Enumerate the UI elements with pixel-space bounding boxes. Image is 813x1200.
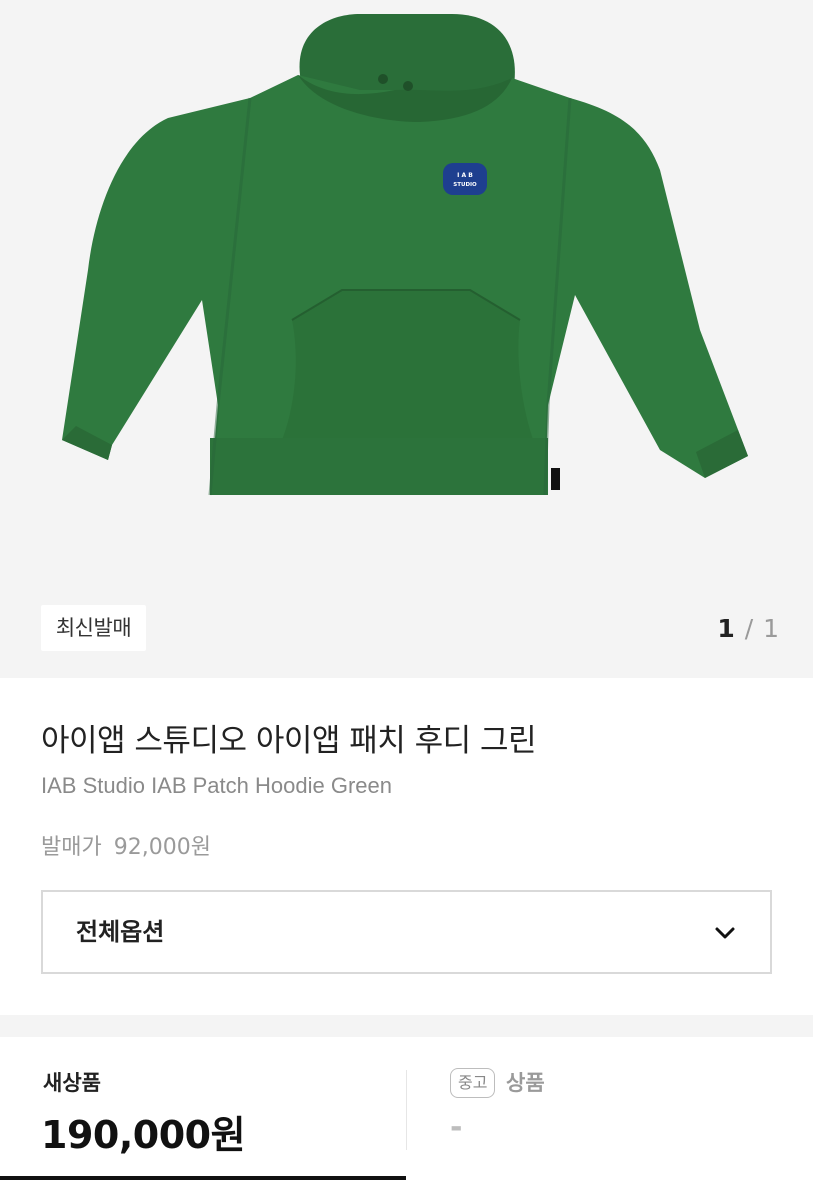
product-title-english: IAB Studio IAB Patch Hoodie Green [41, 773, 392, 798]
pager-separator: / [744, 614, 755, 643]
chevron-down-icon [715, 927, 735, 939]
image-pager: 1 / 1 [717, 610, 780, 648]
pager-current: 1 [717, 614, 736, 643]
release-price-label: 발매가 [41, 835, 102, 860]
patch-text-bottom: STUDIO [453, 182, 477, 188]
tab-new-label: 새상품 [43, 1071, 101, 1095]
option-select-label: 전체옵션 [76, 918, 165, 946]
tab-used-product[interactable] [407, 1037, 813, 1200]
pager-total: 1 [763, 614, 780, 643]
active-tab-indicator [0, 1176, 406, 1180]
used-product-price: - [450, 1110, 463, 1145]
product-title-korean: 아이앱 스튜디오 아이앱 패치 후디 그린 [41, 723, 537, 759]
option-select[interactable]: 전체옵션 [41, 890, 772, 974]
patch-text-top: I A B [457, 172, 473, 179]
release-price-value: 92,000원 [113, 835, 211, 860]
product-image-area[interactable]: I A B STUDIO 최신발매 1 / 1 [0, 0, 813, 678]
new-product-price: 190,000원 [41, 1113, 246, 1157]
product-image: I A B STUDIO [62, 14, 748, 496]
used-chip: 중고 [450, 1068, 496, 1098]
section-divider [0, 1015, 813, 1037]
new-release-badge: 최신발매 [41, 605, 146, 651]
release-price-row: 발매가 92,000원 [41, 829, 211, 861]
tab-used-label: 상품 [506, 1071, 545, 1095]
